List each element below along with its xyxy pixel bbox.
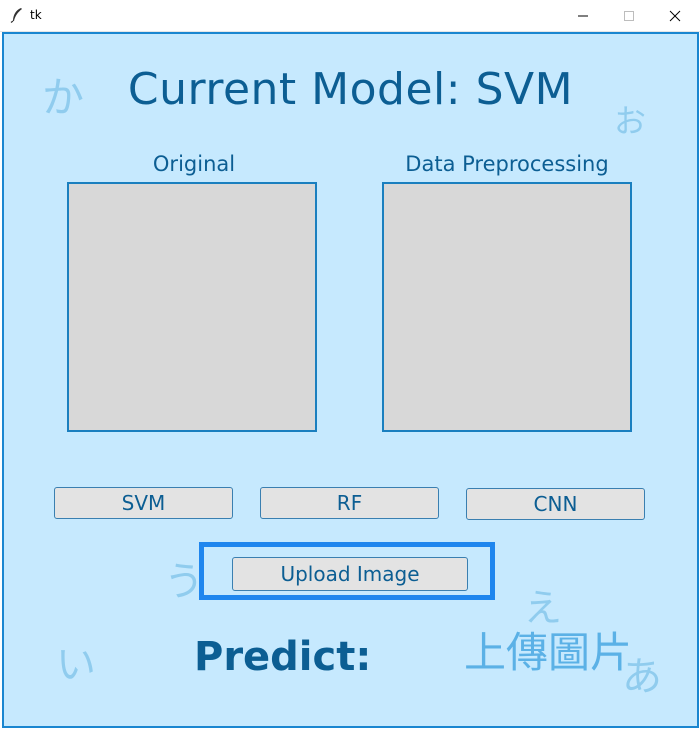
cnn-button[interactable]: CNN — [466, 488, 645, 520]
svm-button[interactable]: SVM — [54, 487, 233, 519]
close-icon — [669, 10, 681, 21]
minimize-icon — [578, 15, 588, 16]
preprocessing-image-panel — [382, 182, 632, 432]
upload-image-button[interactable]: Upload Image — [232, 557, 468, 591]
app-window-content: か お う い え あ Current Model: SVM Original … — [2, 32, 699, 728]
maximize-icon — [624, 10, 634, 21]
upload-image-chinese-label: 上傳圖片 — [464, 628, 633, 677]
decor-u: う — [164, 559, 204, 605]
rf-button[interactable]: RF — [260, 487, 439, 519]
window-titlebar: tk — [0, 0, 700, 32]
predict-label: Predict: — [194, 634, 372, 680]
original-image-panel — [67, 182, 317, 432]
minimize-button[interactable] — [560, 0, 606, 31]
close-button[interactable] — [652, 0, 698, 31]
decor-i: い — [56, 642, 96, 688]
page-title: Current Model: SVM — [127, 64, 574, 115]
preprocessing-label: Data Preprocessing — [405, 152, 609, 176]
maximize-button[interactable] — [606, 0, 652, 31]
window-title: tk — [30, 8, 42, 22]
original-label: Original — [152, 152, 236, 176]
feather-icon — [10, 7, 24, 23]
